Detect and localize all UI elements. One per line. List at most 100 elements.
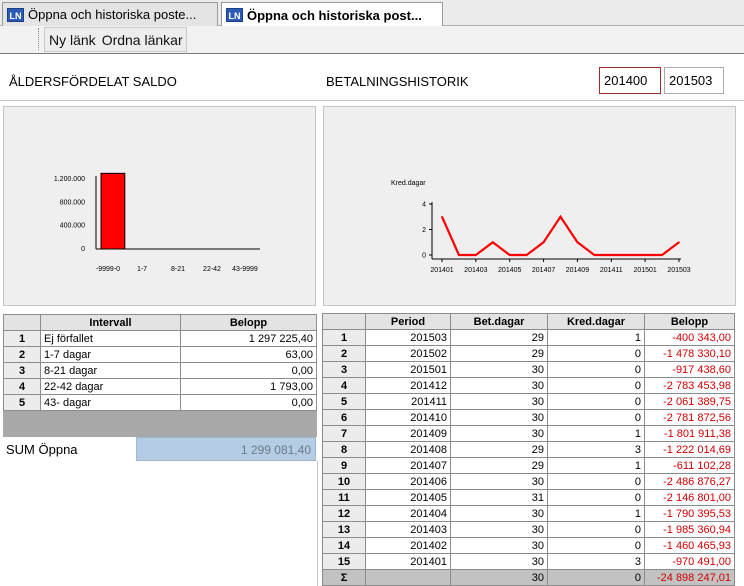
bet-days-cell: 30 (450, 361, 548, 378)
sum-open-label: SUM Öppna (6, 442, 78, 457)
history-col-amount[interactable]: Belopp (644, 313, 735, 330)
kred-days-cell: 0 (547, 393, 645, 410)
y-tick-label: 0 (422, 253, 426, 260)
history-col-period[interactable]: Period (365, 313, 451, 330)
amount-cell: -1 460 465,93 (644, 537, 735, 554)
sum-open-field: 1 299 081,40 (136, 437, 316, 461)
row-number: 6 (322, 409, 366, 426)
new-link-button[interactable]: Ny länk (49, 32, 96, 48)
table-row[interactable]: 6 201410 30 0 -2 781 872,56 (322, 409, 735, 426)
row-number: 5 (3, 394, 41, 411)
bet-days-cell: 30 (450, 521, 548, 538)
period-cell: 201406 (365, 473, 451, 490)
bet-days-cell: 30 (450, 553, 548, 570)
history-col-bet-days[interactable]: Bet.dagar (450, 313, 548, 330)
bet-days-cell: 30 (450, 473, 548, 490)
row-number: 9 (322, 457, 366, 474)
x-tick-label: 201407 (532, 267, 555, 274)
table-row[interactable]: 10 201406 30 0 -2 486 876,27 (322, 473, 735, 490)
table-row[interactable]: 15 201401 30 3 -970 491,00 (322, 553, 735, 570)
data-point (508, 254, 511, 256)
amount-cell: -970 491,00 (644, 553, 735, 570)
kred-days-cell: 0 (547, 473, 645, 490)
table-row[interactable]: 1 Ej förfallet 1 297 225,40 (3, 330, 317, 347)
sum-kred-days: 0 (547, 569, 645, 586)
aging-col-interval[interactable]: Intervall (40, 314, 181, 331)
x-tick-label: 8-21 (171, 266, 185, 273)
tab-bar: LN Öppna och historiska poste... LN Öppn… (0, 0, 744, 27)
kred-days-cell: 0 (547, 537, 645, 554)
table-row[interactable]: 5 201411 30 0 -2 061 389,75 (322, 393, 735, 410)
kred-days-cell: 1 (547, 329, 645, 346)
period-cell: 201502 (365, 345, 451, 362)
amount-cell: -1 478 330,10 (644, 345, 735, 362)
tab-open-historical-2[interactable]: LN Öppna och historiska post... (221, 2, 443, 27)
series-line-kred-days (440, 214, 680, 257)
bet-days-cell: 30 (450, 409, 548, 426)
data-point (458, 254, 460, 256)
table-row[interactable]: 8 201408 29 3 -1 222 014,69 (322, 441, 735, 458)
amount-cell: -611 102,28 (644, 457, 735, 474)
kred-days-cell: 1 (547, 505, 645, 522)
bet-days-cell: 30 (450, 505, 548, 522)
bet-days-cell: 29 (450, 329, 548, 346)
table-row[interactable]: 7 201409 30 1 -1 801 911,38 (322, 425, 735, 442)
row-number: 2 (322, 345, 366, 362)
amount-cell: -1 985 360,94 (644, 521, 735, 538)
y-axis-title: Kred.dagar (391, 180, 426, 187)
row-number: 8 (322, 441, 366, 458)
period-cell: 201403 (365, 521, 451, 538)
table-row[interactable]: 13 201403 30 0 -1 985 360,94 (322, 521, 735, 538)
table-row[interactable]: 12 201404 30 1 -1 790 395,53 (322, 505, 735, 522)
table-row[interactable]: 3 201501 30 0 -917 438,60 (322, 361, 735, 378)
period-to-input[interactable] (664, 67, 724, 94)
data-point (627, 254, 630, 256)
period-cell: 201404 (365, 505, 451, 522)
amount-cell: -2 783 453,98 (644, 377, 735, 394)
row-number: 11 (322, 489, 366, 506)
table-row[interactable]: 11 201405 31 0 -2 146 801,00 (322, 489, 735, 506)
tab-open-historical-1[interactable]: LN Öppna och historiska poste... (2, 2, 218, 26)
period-cell: 201402 (365, 537, 451, 554)
sum-period-cell (365, 569, 451, 586)
y-tick-label: 2 (422, 227, 426, 234)
table-row[interactable]: 1 201503 29 1 -400 343,00 (322, 329, 735, 346)
table-row[interactable]: 4 22-42 dagar 1 793,00 (3, 378, 317, 395)
tab-label: Öppna och historiska post... (247, 7, 422, 23)
x-tick-label: 201411 (600, 267, 623, 274)
table-row[interactable]: 5 43- dagar 0,00 (3, 394, 317, 411)
history-col-kred-days[interactable]: Kred.dagar (547, 313, 645, 330)
table-row[interactable]: 9 201407 29 1 -611 102,28 (322, 457, 735, 474)
tab-label: Öppna och historiska poste... (28, 7, 197, 22)
history-table: Period Bet.dagar Kred.dagar Belopp 1 2015… (322, 313, 735, 586)
row-number: 3 (3, 362, 41, 379)
aging-table-corner (3, 314, 41, 331)
y-tick-label: 1.200.000 (54, 176, 85, 183)
amount-cell: 0,00 (180, 394, 317, 411)
data-point (678, 241, 680, 244)
period-cell: 201411 (365, 393, 451, 410)
x-tick-label: 22-42 (203, 266, 221, 273)
table-row[interactable]: 2 1-7 dagar 63,00 (3, 346, 317, 363)
amount-cell: 1 793,00 (180, 378, 317, 395)
table-row[interactable]: 4 201412 30 0 -2 783 453,98 (322, 377, 735, 394)
aging-title: ÅLDERSFÖRDELAT SALDO (9, 74, 177, 89)
y-tick-label: 800.000 (60, 199, 85, 206)
bet-days-cell: 30 (450, 537, 548, 554)
row-number: 10 (322, 473, 366, 490)
organize-links-button[interactable]: Ordna länkar (102, 32, 183, 48)
table-row[interactable]: 14 201402 30 0 -1 460 465,93 (322, 537, 735, 554)
aging-col-amount[interactable]: Belopp (180, 314, 317, 331)
data-point (441, 215, 443, 218)
table-row[interactable]: 2 201502 29 0 -1 478 330,10 (322, 345, 735, 362)
header-divider (0, 100, 744, 101)
bet-days-cell: 29 (450, 441, 548, 458)
aging-chart-panel: 0 400.000 800.000 1.200.000 -9999-0 1-7 8-21 22… (3, 106, 316, 306)
period-from-input[interactable] (599, 67, 661, 94)
history-table-corner (322, 313, 366, 330)
y-tick-label: 400.000 (60, 223, 85, 230)
data-point (542, 241, 545, 244)
aging-table: Intervall Belopp 1 Ej förfallet 1 297 22… (3, 314, 317, 437)
table-row[interactable]: 3 8-21 dagar 0,00 (3, 362, 317, 379)
toolbar-grip[interactable] (38, 28, 40, 50)
